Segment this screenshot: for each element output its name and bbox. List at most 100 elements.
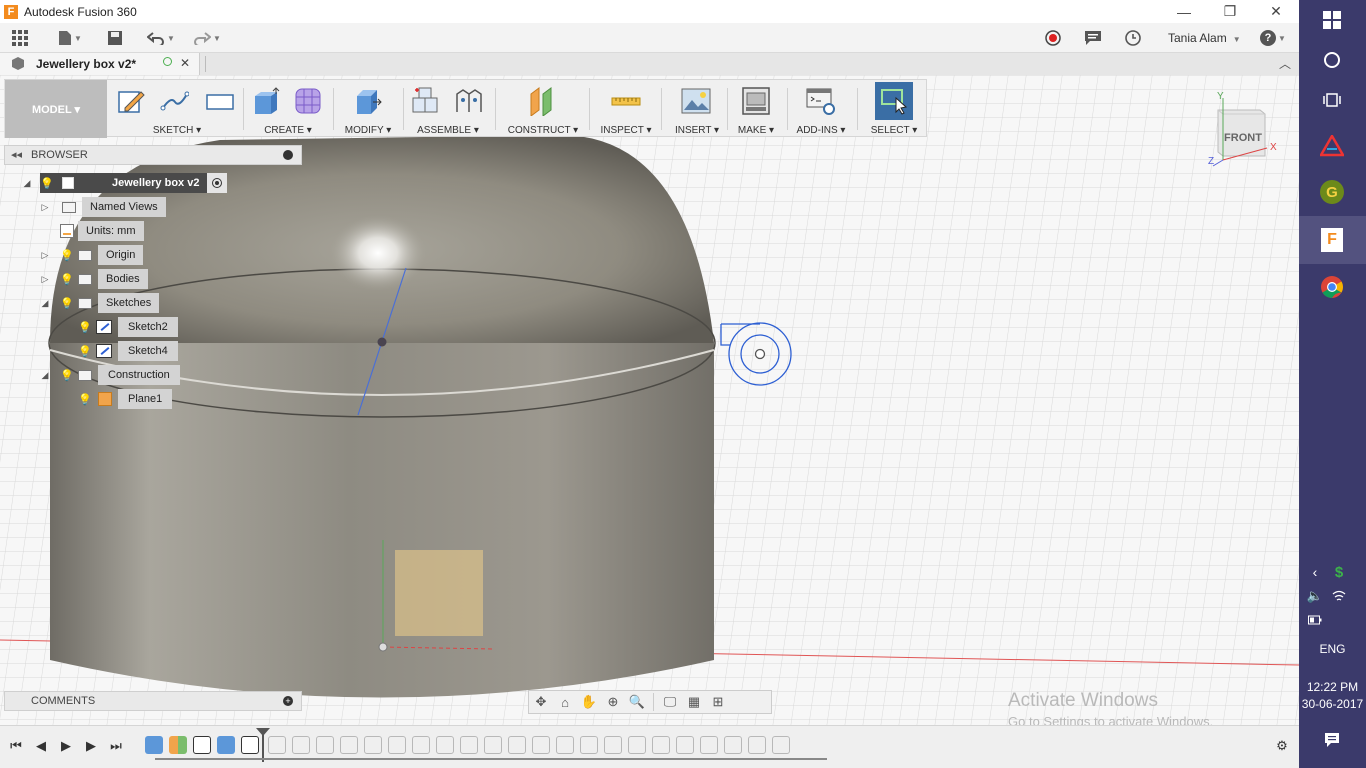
grid-settings-icon[interactable]: ▦ xyxy=(682,691,706,713)
tree-item-sketch2[interactable]: 💡 Sketch2 xyxy=(78,317,178,337)
wifi-icon[interactable] xyxy=(1327,580,1351,612)
go-to-end-icon[interactable]: ⏭ xyxy=(106,736,126,756)
activate-radio-icon[interactable] xyxy=(207,173,228,193)
fusion-taskbar-icon[interactable]: F xyxy=(1316,224,1348,256)
modify-group[interactable]: MODIFY ▾ xyxy=(335,80,401,138)
timeline-settings-gear-icon[interactable]: ⚙ xyxy=(1272,736,1292,756)
viewports-icon[interactable]: ⊞ xyxy=(706,691,730,713)
select-group[interactable]: SELECT ▾ xyxy=(863,80,925,138)
undo-icon[interactable]: ▼ xyxy=(144,28,178,48)
chrome-icon[interactable] xyxy=(1316,271,1348,303)
look-at-icon[interactable]: ⌂ xyxy=(553,691,577,713)
construct-menu-label[interactable]: CONSTRUCT ▾ xyxy=(501,125,585,136)
job-status-clock-icon[interactable] xyxy=(1122,28,1144,48)
gtranslate-app-icon[interactable]: G xyxy=(1316,176,1348,208)
sketch-menu-label[interactable]: SKETCH ▾ xyxy=(111,125,243,136)
collapse-icon[interactable]: ◢ xyxy=(38,296,52,310)
go-to-start-icon[interactable]: ⏮ xyxy=(6,736,26,756)
form-create-icon[interactable] xyxy=(293,86,323,116)
extrude-icon[interactable] xyxy=(251,86,281,116)
restore-button[interactable]: ❐ xyxy=(1207,0,1253,23)
save-icon[interactable] xyxy=(104,28,126,48)
close-window-button[interactable]: ✕ xyxy=(1253,0,1299,23)
step-back-icon[interactable]: ◀ xyxy=(31,736,51,756)
add-ins-menu-label[interactable]: ADD-INS ▾ xyxy=(791,125,851,136)
select-cursor-icon[interactable] xyxy=(879,86,909,116)
browser-panel-header[interactable]: ◂◂ BROWSER xyxy=(4,145,302,165)
visibility-bulb-icon[interactable]: 💡 xyxy=(78,341,92,361)
collapse-ribbon-chevron-icon[interactable]: ︿ xyxy=(1279,55,1291,72)
tree-item-named-views[interactable]: ▷ Named Views xyxy=(38,197,166,217)
user-account-menu[interactable]: Tania Alam ▼ xyxy=(1168,31,1241,45)
tree-item-sketches[interactable]: ◢ 💡 Sketches xyxy=(38,293,160,313)
battery-icon[interactable] xyxy=(1303,604,1327,636)
create-sketch-icon[interactable] xyxy=(117,86,147,116)
tree-root[interactable]: ◢ 💡 Jewellery box v2 xyxy=(20,173,228,193)
record-icon[interactable] xyxy=(1042,28,1064,48)
viewcube[interactable]: Y X Z FRONT xyxy=(1205,90,1285,170)
viewcube-face-label[interactable]: FRONT xyxy=(1223,132,1263,144)
timeline-feature-plane[interactable] xyxy=(169,736,187,754)
inspect-menu-label[interactable]: INSPECT ▾ xyxy=(595,125,657,136)
comments-icon[interactable] xyxy=(1082,28,1104,48)
clock-time[interactable]: 12:22 PM xyxy=(1299,680,1366,694)
fit-zoom-icon[interactable]: 🔍 xyxy=(625,691,649,713)
data-panel-grid-icon[interactable] xyxy=(9,28,31,48)
document-tab[interactable]: Jewellery box v2* ✕ xyxy=(0,53,200,75)
assemble-group[interactable]: ASSEMBLE ▾ xyxy=(405,80,491,138)
minimize-button[interactable]: — xyxy=(1161,0,1207,23)
insert-menu-label[interactable]: INSERT ▾ xyxy=(669,125,725,136)
comments-panel-header[interactable]: COMMENTS + xyxy=(4,691,302,711)
tree-item-bodies[interactable]: ▷ 💡 Bodies xyxy=(38,269,148,289)
construct-group[interactable]: CONSTRUCT ▾ xyxy=(501,80,585,138)
line-tool-icon[interactable] xyxy=(159,86,189,116)
expand-icon[interactable]: ▷ xyxy=(38,248,52,262)
collapse-icon[interactable]: ◢ xyxy=(38,368,52,382)
make-menu-label[interactable]: MAKE ▾ xyxy=(729,125,783,136)
browser-minimize-icon[interactable] xyxy=(283,150,293,160)
insert-image-icon[interactable] xyxy=(681,86,711,116)
autodesk-app-icon[interactable] xyxy=(1316,130,1348,162)
tree-item-construction[interactable]: ◢ 💡 Construction xyxy=(38,365,180,385)
cortana-search-icon[interactable] xyxy=(1316,44,1348,76)
workspace-switcher[interactable]: MODEL ▾ xyxy=(5,80,107,138)
sketch-group[interactable]: SKETCH ▾ xyxy=(111,80,243,138)
measure-icon[interactable] xyxy=(611,86,641,116)
timeline-feature-cylinder[interactable] xyxy=(145,736,163,754)
timeline-feature-extrude[interactable] xyxy=(217,736,235,754)
collapse-root-icon[interactable]: ◢ xyxy=(20,176,34,190)
file-menu-icon[interactable]: ▼ xyxy=(55,28,85,48)
visibility-bulb-off-icon[interactable]: 💡 xyxy=(78,389,92,409)
help-icon[interactable]: ? ▼ xyxy=(1257,28,1289,48)
assemble-menu-label[interactable]: ASSEMBLE ▾ xyxy=(405,125,491,136)
add-ins-group[interactable]: ADD-INS ▾ xyxy=(791,80,851,138)
modify-menu-label[interactable]: MODIFY ▾ xyxy=(335,125,401,136)
scripts-addins-icon[interactable] xyxy=(806,86,836,116)
select-menu-label[interactable]: SELECT ▾ xyxy=(863,125,925,136)
action-center-notification-icon[interactable] xyxy=(1316,724,1348,756)
new-component-icon[interactable] xyxy=(411,86,441,116)
expand-icon[interactable]: ▷ xyxy=(38,200,52,214)
visibility-bulb-icon[interactable]: 💡 xyxy=(60,245,74,265)
step-forward-icon[interactable]: ▶︎ xyxy=(81,736,101,756)
windows-start-icon[interactable] xyxy=(1316,4,1348,36)
create-group[interactable]: CREATE ▾ xyxy=(245,80,331,138)
visibility-bulb-icon[interactable]: 💡 xyxy=(40,173,54,193)
clock-date[interactable]: 30-06-2017 xyxy=(1299,697,1366,711)
pan-hand-icon[interactable]: ✋ xyxy=(577,691,601,713)
insert-group[interactable]: INSERT ▾ xyxy=(669,80,725,138)
3d-print-icon[interactable] xyxy=(741,86,771,116)
expand-icon[interactable]: ▷ xyxy=(38,272,52,286)
rectangle-tool-icon[interactable] xyxy=(205,86,235,116)
play-icon[interactable]: ▶ xyxy=(56,736,76,756)
visibility-bulb-icon[interactable]: 💡 xyxy=(60,269,74,289)
tree-item-plane1[interactable]: 💡 Plane1 xyxy=(78,389,173,409)
tree-item-units[interactable]: Units: mm xyxy=(60,221,144,241)
timeline-marker-handle-icon[interactable] xyxy=(256,728,270,736)
display-settings-icon[interactable]: 🖵 xyxy=(658,691,682,713)
visibility-bulb-icon[interactable]: 💡 xyxy=(60,365,74,385)
timeline-feature-sketch[interactable] xyxy=(241,736,259,754)
input-language-indicator[interactable]: ENG xyxy=(1299,642,1366,656)
orbit-icon[interactable]: ✥ xyxy=(529,691,553,713)
zoom-icon[interactable]: ⊕ xyxy=(601,691,625,713)
